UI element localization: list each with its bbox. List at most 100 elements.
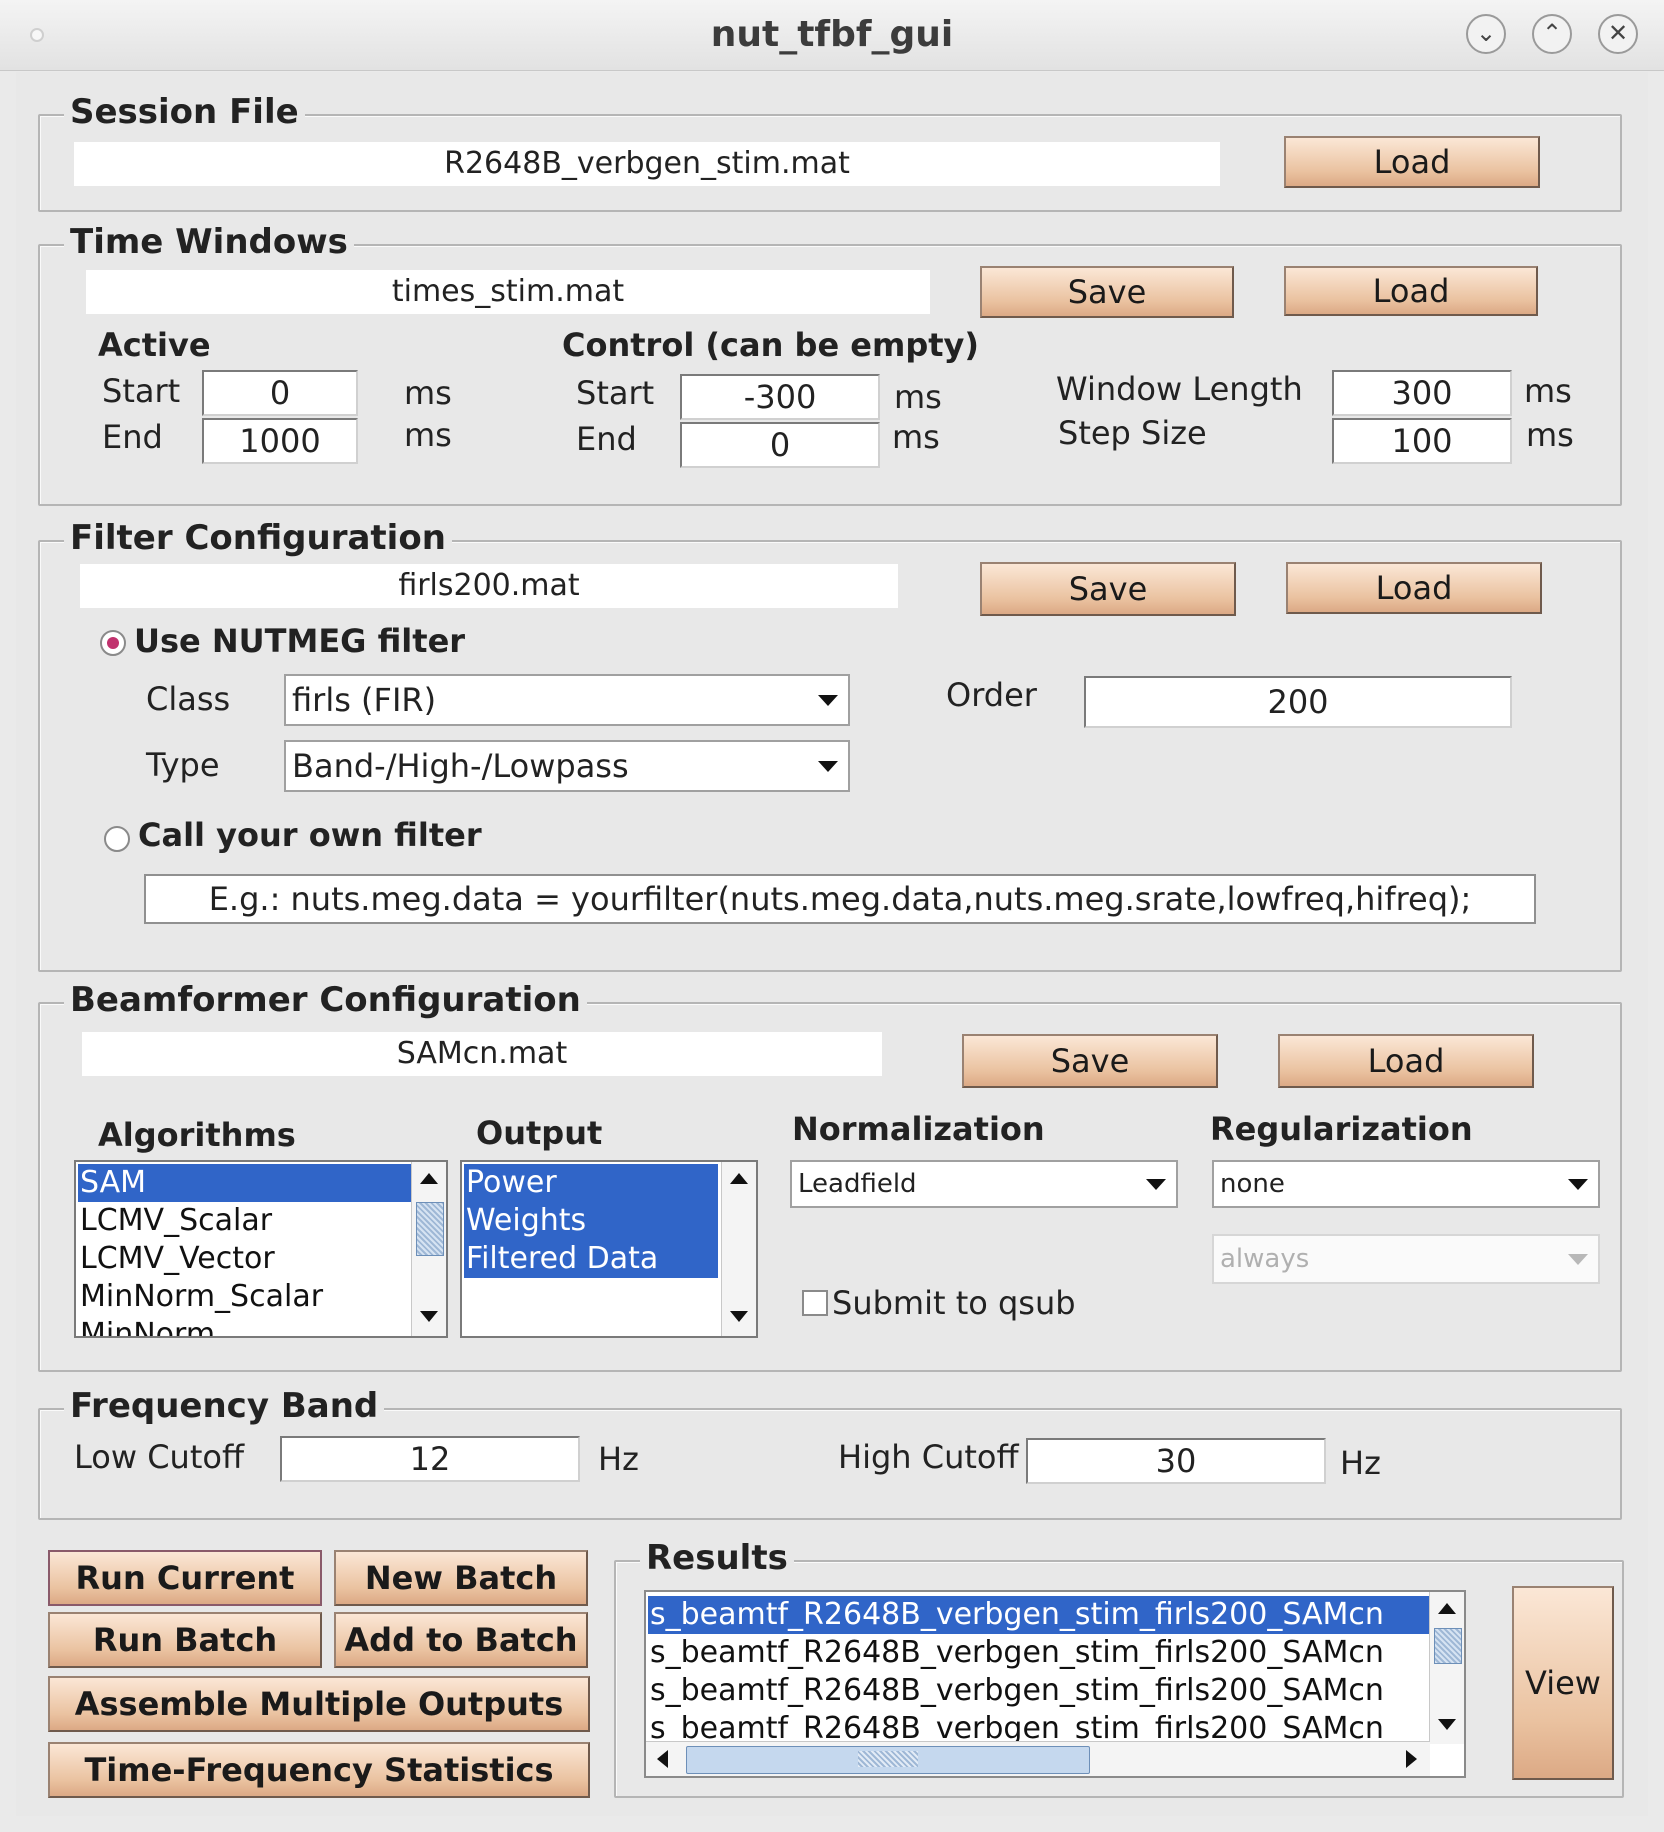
high-cutoff-field[interactable]: 30 [1026,1438,1326,1484]
use-nutmeg-filter-label[interactable]: Use NUTMEG filter [134,622,465,660]
scroll-left-icon[interactable] [646,1742,680,1776]
list-item[interactable]: LCMV_Scalar [78,1202,272,1240]
scroll-thumb[interactable] [416,1202,444,1256]
time-frequency-statistics-button[interactable]: Time-Frequency Statistics [48,1742,590,1798]
filter-type-dropdown[interactable]: Band-/High-/Lowpass [284,740,850,792]
window-length-label: Window Length [1056,370,1303,408]
beamformer-save-button[interactable]: Save [962,1034,1218,1088]
filter-class-value: firls (FIR) [292,681,437,719]
filter-save-button[interactable]: Save [980,562,1236,616]
panel-title: Beamformer Configuration [64,980,587,1020]
chevron-down-icon [1568,1254,1588,1265]
control-start-label: Start [576,374,655,412]
own-filter-command-field[interactable]: E.g.: nuts.meg.data = yourfilter(nuts.me… [144,874,1536,924]
list-item[interactable]: s_beamtf_R2648B_verbgen_stim_firls200_SA… [648,1672,1430,1710]
output-label: Output [476,1114,603,1152]
control-label: Control (can be empty) [562,326,980,364]
unit-label: Hz [1340,1444,1381,1482]
low-cutoff-field[interactable]: 12 [280,1436,580,1482]
high-cutoff-label: High Cutoff [838,1438,1019,1476]
minimize-icon[interactable]: ⌄ [1466,14,1506,54]
scroll-down-icon[interactable] [412,1300,446,1334]
filter-load-button[interactable]: Load [1286,562,1542,614]
view-button[interactable]: View [1512,1586,1614,1780]
unit-label: ms [1526,416,1574,454]
list-item[interactable]: SAM [78,1164,412,1202]
run-batch-button[interactable]: Run Batch [48,1612,322,1668]
beamformer-file-name: SAMcn.mat [82,1032,882,1076]
scroll-up-icon[interactable] [412,1162,446,1196]
own-filter-radio[interactable] [104,826,130,852]
use-nutmeg-filter-radio[interactable] [100,630,126,656]
list-item[interactable]: MinNorm [78,1316,215,1336]
normalization-dropdown[interactable]: Leadfield [790,1160,1178,1208]
submit-qsub-checkbox[interactable] [802,1290,828,1316]
results-listbox[interactable]: s_beamtf_R2648B_verbgen_stim_firls200_SA… [644,1590,1466,1778]
regularization-value: none [1220,1169,1285,1199]
normalization-value: Leadfield [798,1169,917,1199]
add-to-batch-button[interactable]: Add to Batch [334,1612,588,1668]
control-start-field[interactable]: -300 [680,374,880,420]
active-start-field[interactable]: 0 [202,370,358,416]
list-item[interactable]: Weights [464,1202,718,1240]
scroll-up-icon[interactable] [722,1162,756,1196]
list-item[interactable]: Power [464,1164,718,1202]
scroll-down-icon[interactable] [722,1300,756,1334]
beamformer-load-button[interactable]: Load [1278,1034,1534,1088]
scroll-grip-icon [858,1751,918,1767]
unit-label: ms [404,416,452,454]
filter-configuration-panel: Filter Configuration firls200.mat Save L… [38,518,1622,972]
run-current-button[interactable]: Run Current [48,1550,322,1606]
scroll-down-icon[interactable] [1430,1708,1464,1742]
results-vertical-scrollbar[interactable] [1429,1592,1464,1744]
chevron-down-icon [818,695,838,706]
active-end-field[interactable]: 1000 [202,418,358,464]
own-filter-label[interactable]: Call your own filter [138,816,482,854]
results-horizontal-scrollbar[interactable] [646,1741,1430,1776]
algorithms-listbox[interactable]: SAM LCMV_Scalar LCMV_Vector MinNorm_Scal… [74,1160,448,1338]
step-size-label: Step Size [1058,414,1207,452]
app-window: nut_tfbf_gui ⌄ ⌃ ✕ Session File R2648B_v… [0,0,1664,1832]
list-item[interactable]: Filtered Data [464,1240,718,1278]
filter-order-field[interactable]: 200 [1084,676,1512,728]
class-label: Class [146,680,231,718]
scroll-right-icon[interactable] [1394,1742,1428,1776]
time-windows-save-button[interactable]: Save [980,266,1234,318]
output-scrollbar[interactable] [721,1162,756,1336]
assemble-multiple-outputs-button[interactable]: Assemble Multiple Outputs [48,1676,590,1732]
time-windows-panel: Time Windows times_stim.mat Save Load Ac… [38,222,1622,506]
session-load-button[interactable]: Load [1284,136,1540,188]
list-item[interactable]: LCMV_Vector [78,1240,275,1278]
algorithms-scrollbar[interactable] [411,1162,446,1336]
regularization-label: Regularization [1210,1110,1473,1148]
type-label: Type [146,746,220,784]
list-item[interactable]: MinNorm_Scalar [78,1278,323,1316]
window-length-field[interactable]: 300 [1332,370,1512,416]
scroll-thumb[interactable] [1434,1628,1462,1664]
low-cutoff-label: Low Cutoff [74,1438,244,1476]
title-bar[interactable]: nut_tfbf_gui ⌄ ⌃ ✕ [0,0,1664,71]
control-end-field[interactable]: 0 [680,422,880,468]
algorithms-label: Algorithms [98,1116,296,1154]
new-batch-button[interactable]: New Batch [334,1550,588,1606]
unit-label: ms [404,374,452,412]
unit-label: ms [894,378,942,416]
maximize-icon[interactable]: ⌃ [1532,14,1572,54]
chevron-down-icon [1146,1179,1166,1190]
filter-file-name: firls200.mat [80,564,898,608]
submit-qsub-label[interactable]: Submit to qsub [832,1284,1076,1322]
time-windows-load-button[interactable]: Load [1284,266,1538,316]
unit-label: ms [892,418,940,456]
step-size-field[interactable]: 100 [1332,418,1512,464]
frequency-band-panel: Frequency Band Low Cutoff 12 Hz High Cut… [38,1386,1622,1520]
close-icon[interactable]: ✕ [1598,14,1638,54]
scroll-up-icon[interactable] [1430,1592,1464,1626]
list-item[interactable]: s_beamtf_R2648B_verbgen_stim_firls200_SA… [648,1596,1430,1634]
regularization-dropdown[interactable]: none [1212,1160,1600,1208]
panel-title: Session File [64,92,305,132]
output-listbox[interactable]: Power Weights Filtered Data [460,1160,758,1338]
list-item[interactable]: s_beamtf_R2648B_verbgen_stim_firls200_SA… [648,1634,1430,1672]
filter-class-dropdown[interactable]: firls (FIR) [284,674,850,726]
time-windows-file-name: times_stim.mat [86,270,930,314]
horizontal-scroll-thumb[interactable] [686,1746,1090,1774]
